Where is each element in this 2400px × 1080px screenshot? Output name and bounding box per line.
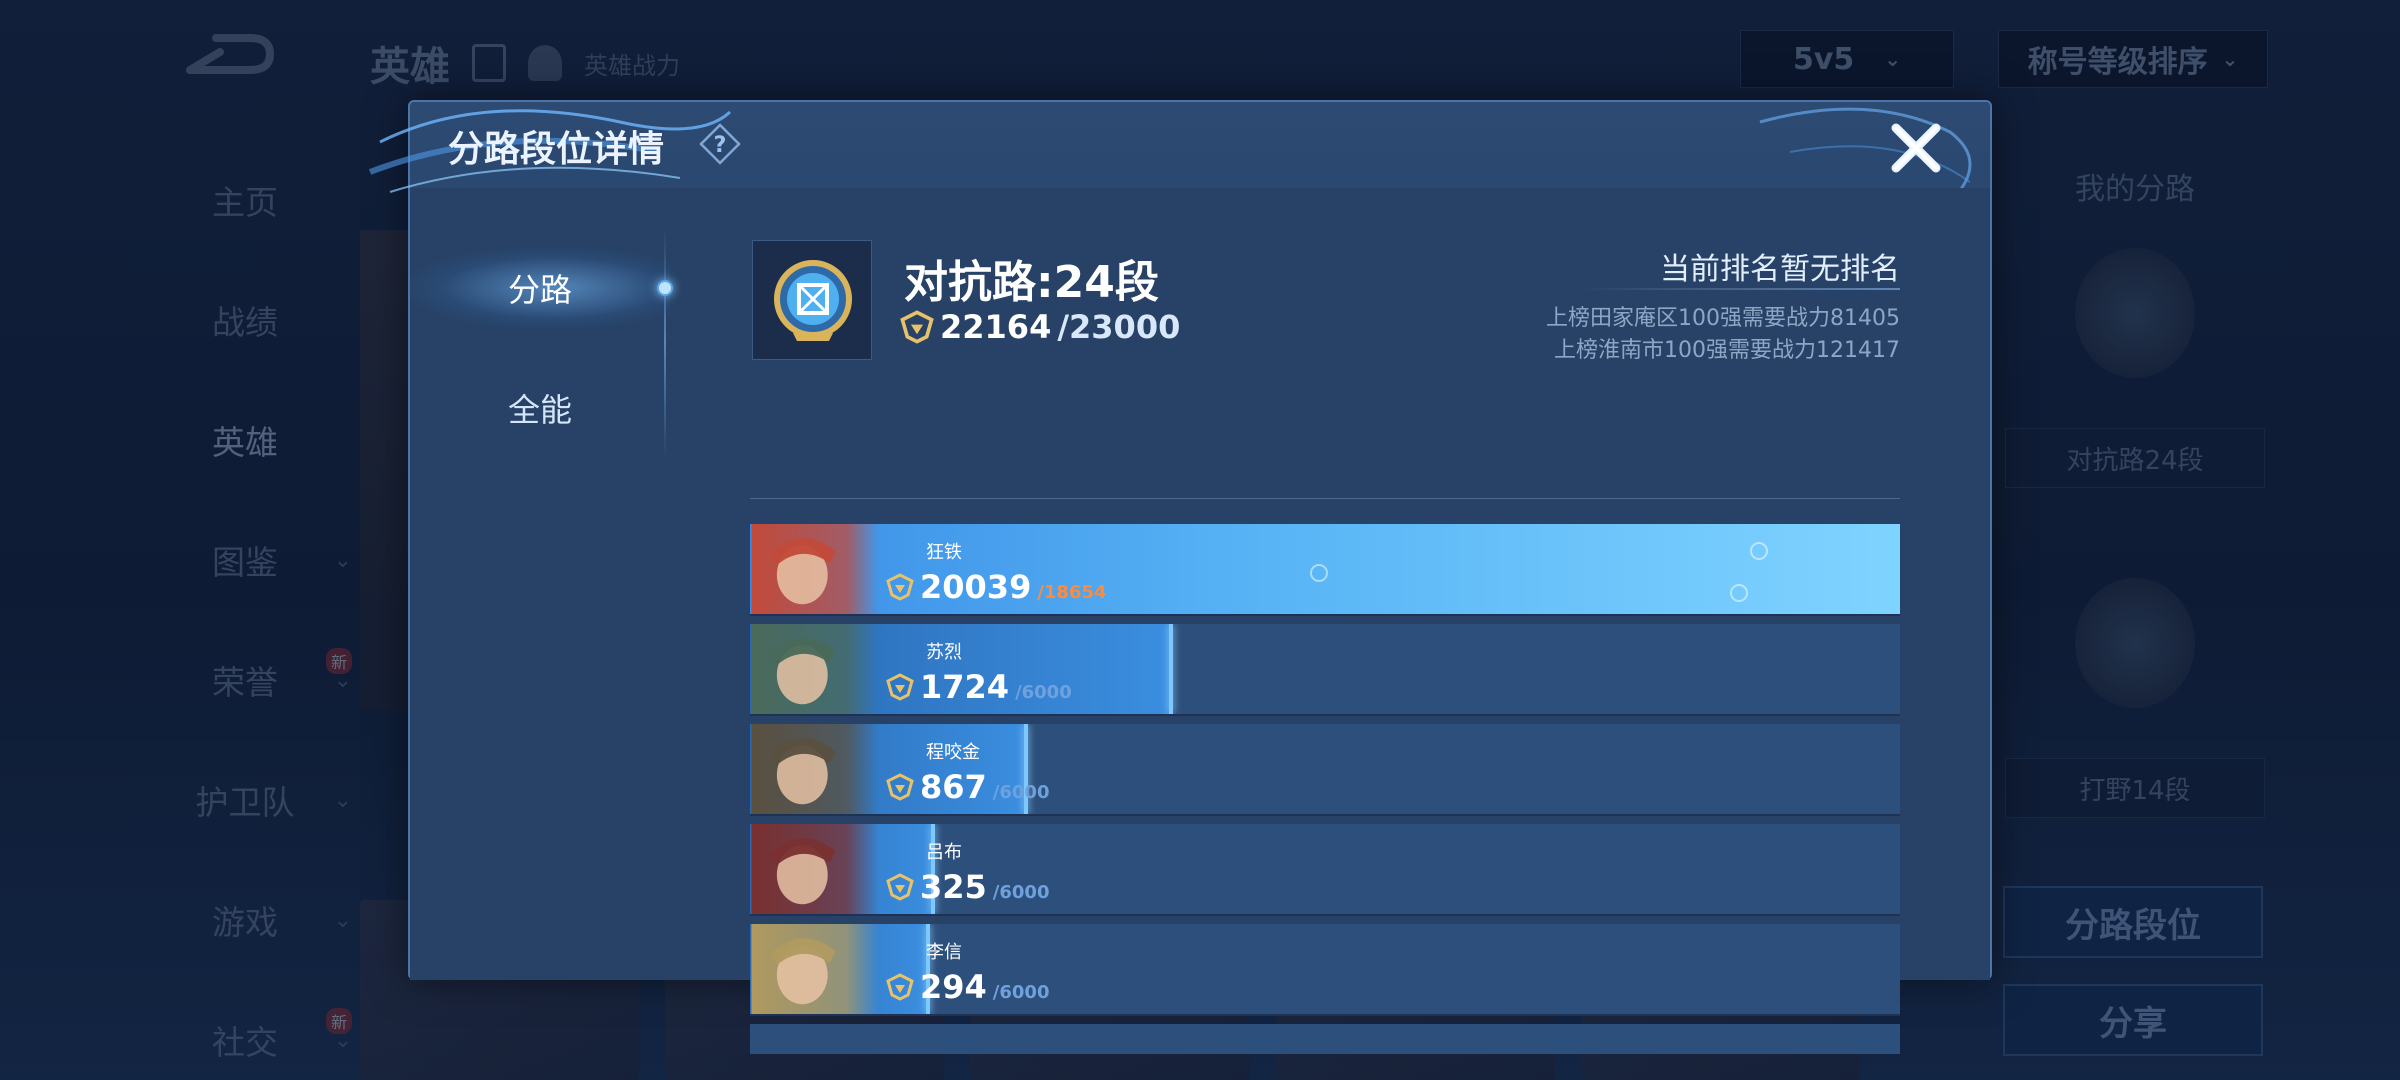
hero-list[interactable]: 狂铁 20039/18654 苏烈 1724/6000 程咬金 867/6000 吕布 325… (750, 524, 1900, 1054)
hero-name: 程咬金 (926, 742, 980, 763)
top-lane-emblem-icon (774, 260, 852, 341)
side-tabs: 分路 全能 (410, 188, 673, 980)
close-icon[interactable] (1886, 118, 1946, 178)
modal-header: 分路段位详情 ? (410, 102, 1990, 186)
hero-row[interactable]: 吕布 325/6000 (750, 824, 1900, 916)
tab-lane-label: 分路 (507, 271, 572, 309)
hero-score-value: 867 (920, 768, 987, 806)
hero-name: 李信 (926, 942, 962, 963)
hero-score: 1724/6000 (886, 668, 1072, 706)
power-icon (886, 573, 914, 601)
hero-score-value: 1724 (920, 668, 1010, 706)
hero-score-value: 325 (920, 868, 987, 906)
power-icon (886, 973, 914, 1001)
hero-score: 325/6000 (886, 868, 1049, 906)
power-icon (886, 673, 914, 701)
hero-name: 吕布 (926, 842, 962, 863)
rank-power-max: /23000 (1057, 308, 1181, 346)
decorative-circle-icon (1750, 542, 1768, 560)
hero-portrait-icon (751, 824, 879, 914)
rank-title: 对抗路:24段 (904, 257, 1159, 308)
hero-name: 狂铁 (926, 542, 962, 563)
active-tab-indicator (657, 280, 673, 296)
hero-score: 20039/18654 (886, 568, 1107, 606)
city-requirement: 上榜淮南市100强需要战力121417 (1554, 338, 1900, 363)
rank-power: 22164 /23000 (900, 308, 1180, 346)
hero-row[interactable]: 李信 294/6000 (750, 924, 1900, 1016)
divider (750, 498, 1900, 499)
modal-title: 分路段位详情 (448, 129, 665, 170)
hero-row[interactable]: 苏烈 1724/6000 (750, 624, 1900, 716)
lane-rank-content: 对抗路:24段 22164 /23000 当前排名暂无排名 上榜田家庵区100强… (750, 188, 1900, 1054)
power-icon (900, 310, 934, 344)
hero-portrait-icon (751, 924, 879, 1014)
hero-score-value: 20039 (920, 568, 1032, 606)
decorative-circle-icon (1730, 584, 1748, 602)
help-icon[interactable]: ? (698, 122, 742, 166)
hero-portrait-icon (751, 524, 879, 614)
power-icon (886, 873, 914, 901)
hero-score: 867/6000 (886, 768, 1049, 806)
hero-row[interactable]: 狂铁 20039/18654 (750, 524, 1900, 616)
hero-score-max: /6000 (992, 882, 1050, 903)
rank-status: 当前排名暂无排名 (1660, 252, 1900, 287)
hero-score-max: /6000 (1015, 682, 1072, 703)
hero-score: 294/6000 (886, 968, 1049, 1006)
hero-row[interactable]: 程咬金 867/6000 (750, 724, 1900, 816)
modal-body: 分路 全能 对抗路:24段 22164 /23000 当前排名暂无排名 上榜田家… (410, 188, 1990, 1054)
tab-allround[interactable]: 全能 (410, 368, 670, 448)
decorative-circle-icon (1310, 564, 1328, 582)
lane-rank-modal: 分路段位详情 ? 分路 全能 对抗路:24段 22164 /23000 当前排名… (368, 100, 1992, 1054)
hero-score-max: /6000 (992, 782, 1050, 803)
hero-score-value: 294 (920, 968, 987, 1006)
svg-text:?: ? (714, 133, 727, 158)
hero-portrait-icon (751, 624, 879, 714)
rank-status-underline (1580, 288, 1900, 290)
tab-allround-label: 全能 (507, 391, 572, 429)
rank-emblem (752, 240, 872, 360)
hero-name: 苏烈 (926, 642, 962, 663)
tab-lane[interactable]: 分路 (410, 248, 670, 328)
power-icon (886, 773, 914, 801)
hero-score-max: /18654 (1037, 582, 1107, 603)
hero-row[interactable] (750, 1024, 1900, 1054)
hero-score-max: /6000 (992, 982, 1050, 1003)
rank-power-value: 22164 (940, 308, 1052, 346)
hero-portrait-icon (751, 724, 879, 814)
district-requirement: 上榜田家庵区100强需要战力81405 (1546, 306, 1900, 331)
